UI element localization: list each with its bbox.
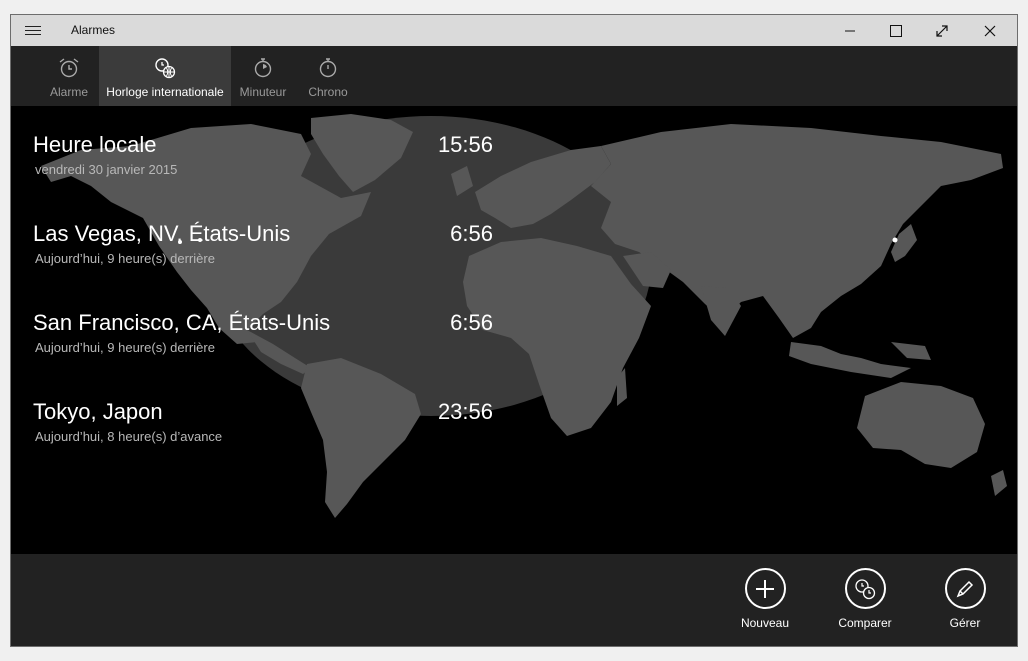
world-clock-icon <box>155 58 176 79</box>
clock-item[interactable]: San Francisco, CA, États-Unis 6:56 Aujou… <box>33 310 493 355</box>
manage-button[interactable]: Gérer <box>915 568 1015 630</box>
timer-icon <box>254 58 272 78</box>
clock-time: 6:56 <box>450 221 493 246</box>
close-icon <box>984 25 996 36</box>
manage-label: Gérer <box>949 616 981 630</box>
title-bar: Alarmes <box>11 15 1017 46</box>
clock-subtitle: Aujourd’hui, 9 heure(s) derrière <box>35 251 215 266</box>
clock-subtitle: vendredi 30 janvier 2015 <box>35 162 178 177</box>
tab-minuteur[interactable]: Minuteur <box>233 46 293 106</box>
clock-time: 15:56 <box>437 132 493 157</box>
pencil-icon <box>944 568 986 609</box>
minimize-button[interactable] <box>827 15 873 46</box>
window-title: Alarmes <box>71 23 116 37</box>
hamburger-menu-icon[interactable] <box>25 23 41 37</box>
tab-horloge-internationale[interactable]: Horloge internationale <box>99 46 231 106</box>
expand-icon <box>936 24 948 37</box>
tab-chrono[interactable]: Chrono <box>299 46 357 106</box>
clock-item[interactable]: Heure locale 15:56 vendredi 30 janvier 2… <box>33 132 493 177</box>
clock-city: San Francisco, CA, États-Unis <box>33 310 331 335</box>
stopwatch-icon <box>319 58 337 78</box>
alarm-clock-icon <box>59 58 79 78</box>
maximize-icon <box>890 24 902 37</box>
tab-label: Horloge internationale <box>106 85 224 99</box>
app-bar: Nouveau Comparer Gérer <box>11 554 1017 646</box>
clock-time: 23:56 <box>437 399 493 424</box>
clock-time: 6:56 <box>450 310 493 335</box>
clock-city: Las Vegas, NV, États-Unis <box>33 221 291 246</box>
new-label: Nouveau <box>740 616 790 630</box>
compare-clocks-icon <box>844 568 886 609</box>
compare-label: Comparer <box>838 616 892 630</box>
clock-subtitle: Aujourd’hui, 8 heure(s) d’avance <box>35 429 223 444</box>
new-button[interactable]: Nouveau <box>715 568 815 630</box>
clock-city: Tokyo, Japon <box>33 399 163 424</box>
clock-item[interactable]: Las Vegas, NV, États-Unis 6:56 Aujourd’h… <box>33 221 493 266</box>
compare-button[interactable]: Comparer <box>815 568 915 630</box>
maximize-button[interactable] <box>873 15 919 46</box>
clock-item[interactable]: Tokyo, Japon 23:56 Aujourd’hui, 8 heure(… <box>33 399 493 444</box>
tab-label: Alarme <box>49 85 88 99</box>
minimize-icon <box>845 30 855 31</box>
world-clock-view: Heure locale 15:56 vendredi 30 janvier 2… <box>11 106 1017 554</box>
tab-label: Chrono <box>308 85 348 99</box>
tab-alarme[interactable]: Alarme <box>39 46 99 106</box>
clock-subtitle: Aujourd’hui, 9 heure(s) derrière <box>35 340 215 355</box>
tab-bar: Alarme Horloge internationale Minuteur C… <box>11 46 1017 106</box>
add-icon <box>744 568 786 609</box>
close-button[interactable] <box>967 15 1013 46</box>
tab-label: Minuteur <box>239 85 287 99</box>
clock-city: Heure locale <box>33 132 157 157</box>
app-window: Alarmes Alarme Horloge internationale Mi… <box>10 14 1018 647</box>
fullscreen-button[interactable] <box>919 15 965 46</box>
tokyo-location-dot <box>892 237 898 243</box>
